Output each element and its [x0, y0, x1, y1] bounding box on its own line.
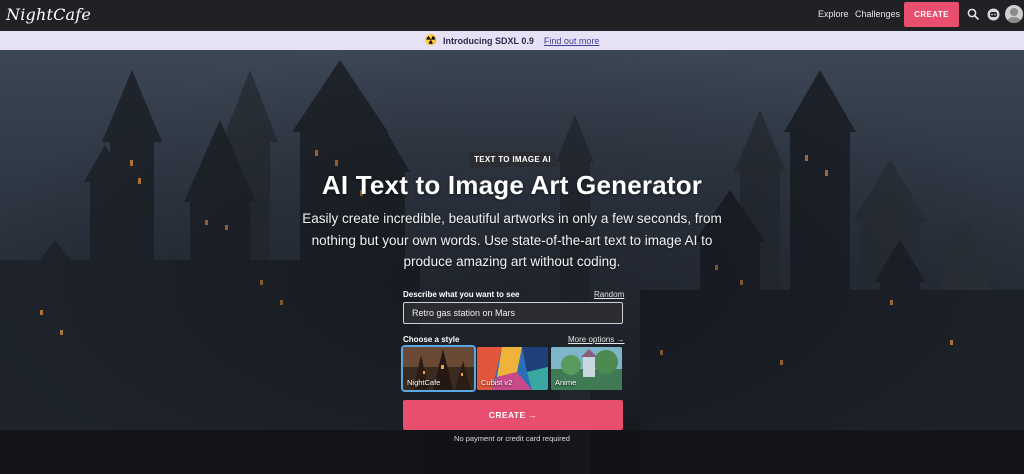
- page-title: AI Text to Image Art Generator: [321, 170, 703, 200]
- header-create-button[interactable]: CREATE: [904, 2, 959, 27]
- prompt-input[interactable]: [403, 302, 623, 324]
- nav-challenges-link[interactable]: Challenges: [855, 9, 900, 19]
- random-prompt-link[interactable]: Random: [594, 290, 624, 299]
- hero-subtitle: Easily create incredible, beautiful artw…: [302, 211, 722, 269]
- style-label: Choose a style: [403, 335, 460, 344]
- style-tile-nightcafe[interactable]: NightCafe: [401, 345, 476, 392]
- discord-icon[interactable]: [985, 6, 1001, 22]
- style-tile-anime[interactable]: Anime: [551, 347, 622, 390]
- search-icon[interactable]: [965, 6, 981, 22]
- announcement-bar: ☢️ Introducing SDXL 0.9 Find out more: [0, 31, 1024, 50]
- radioactive-icon: ☢️: [424, 35, 438, 46]
- prompt-label: Describe what you want to see: [403, 290, 520, 299]
- create-button[interactable]: CREATE →: [403, 400, 623, 430]
- top-navigation-bar: NightCafe Explore Challenges CREATE: [0, 0, 1024, 31]
- announcement-text: Introducing SDXL 0.9: [443, 35, 534, 46]
- style-name: NightCafe: [407, 378, 441, 387]
- no-payment-note: No payment or credit card required: [454, 434, 570, 443]
- announcement-link[interactable]: Find out more: [544, 36, 600, 46]
- nightcafe-logo[interactable]: NightCafe: [6, 5, 91, 24]
- user-avatar[interactable]: [1005, 5, 1023, 23]
- hero-badge: TEXT TO IMAGE AI: [469, 152, 556, 167]
- style-name: Cubist v2: [481, 378, 513, 387]
- style-tile-cubist[interactable]: Cubist v2: [477, 347, 548, 390]
- nav-explore-link[interactable]: Explore: [818, 9, 849, 19]
- more-options-link[interactable]: More options →: [568, 335, 624, 344]
- hero-section: TEXT TO IMAGE AI AI Text to Image Art Ge…: [0, 50, 1024, 474]
- style-name: Anime: [555, 378, 577, 387]
